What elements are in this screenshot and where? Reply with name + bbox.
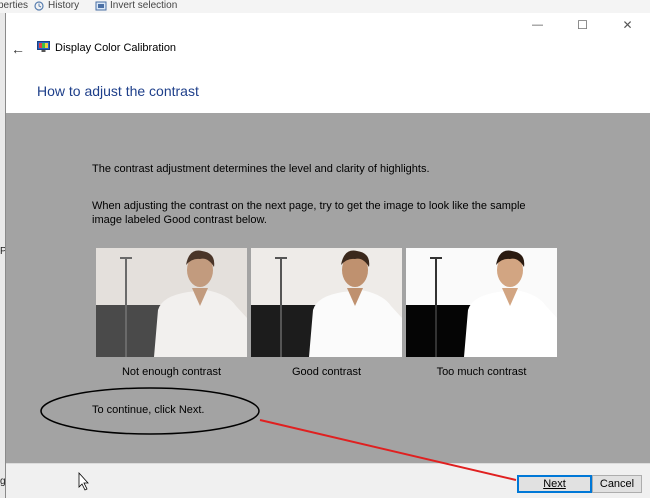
back-arrow-icon[interactable]: ← <box>11 41 25 57</box>
properties-fragment-label: perties <box>0 0 29 11</box>
content-panel: The contrast adjustment determines the l… <box>6 113 650 463</box>
invert-selection-label: Invert selection <box>110 0 178 11</box>
wizard-footer: Next Cancel <box>6 463 650 498</box>
next-button[interactable]: Next <box>517 475 592 493</box>
caption-not-enough-contrast: Not enough contrast <box>121 366 222 378</box>
background-explorer-toolbar: perties History Invert selection <box>0 0 650 13</box>
contrast-description: The contrast adjustment determines the l… <box>92 163 430 175</box>
history-label: History <box>48 0 80 11</box>
window-title: Display Color Calibration <box>55 42 177 54</box>
page-heading: How to adjust the contrast <box>37 83 199 99</box>
next-button-label: Next <box>543 478 566 490</box>
maximize-icon: ☐ <box>577 18 588 32</box>
display-calibration-icon <box>37 41 50 52</box>
cancel-button[interactable]: Cancel <box>592 475 642 493</box>
sample-image-too-much-contrast <box>406 248 557 357</box>
sample-image-not-enough-contrast <box>96 248 247 357</box>
close-icon: ✕ <box>622 18 633 32</box>
contrast-instructions: When adjusting the contrast on the next … <box>92 200 526 226</box>
minimize-icon: — <box>532 19 543 31</box>
maximize-button[interactable]: ☐ <box>560 13 605 37</box>
invert-selection-icon <box>95 1 107 11</box>
invert-selection-toolbar-button[interactable]: Invert selection <box>95 0 177 12</box>
caption-buttons: — ☐ ✕ <box>515 13 650 37</box>
display-color-calibration-window: — ☐ ✕ ← Display Color Calibration How to… <box>5 13 650 498</box>
cancel-button-label: Cancel <box>599 478 635 490</box>
properties-fragment: perties <box>0 0 28 12</box>
sample-image-good-contrast <box>251 248 402 357</box>
caption-too-much-contrast: Too much contrast <box>436 366 527 378</box>
continue-instruction: To continue, click Next. <box>92 404 205 416</box>
history-toolbar-button[interactable]: History <box>33 0 79 12</box>
caption-good-contrast: Good contrast <box>291 366 362 378</box>
minimize-button[interactable]: — <box>515 13 560 37</box>
close-button[interactable]: ✕ <box>605 13 650 37</box>
history-icon <box>34 1 44 11</box>
